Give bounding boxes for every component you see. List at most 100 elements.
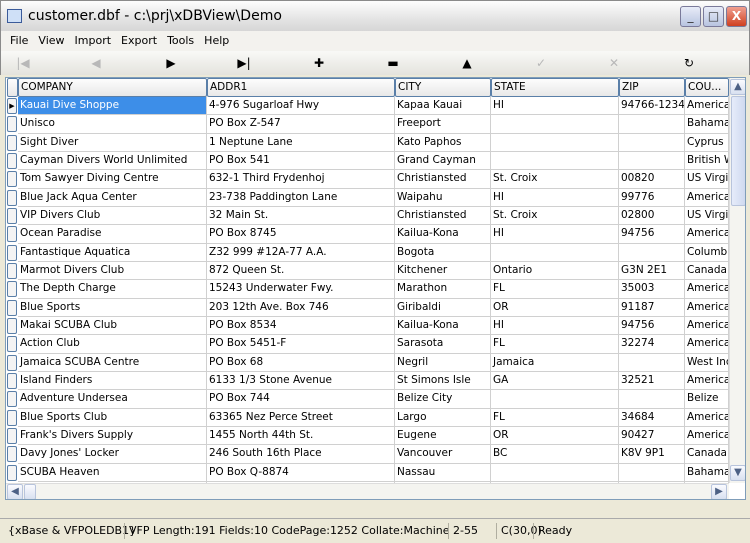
table-cell[interactable]: Kailua-Kona [395,225,491,244]
table-cell[interactable]: 6133 1/3 Stone Avenue [207,371,395,391]
table-cell[interactable]: Vancouver [395,445,491,464]
table-cell[interactable]: G3N 2E1 [619,261,685,281]
table-cell[interactable]: PO Box Q-8874 [207,463,395,482]
table-cell[interactable]: St. Croix [491,170,619,189]
table-cell[interactable]: HI [491,188,619,207]
table-cell[interactable]: Marmot Divers Club [18,261,207,281]
table-cell[interactable]: Unisco [18,115,207,134]
table-cell[interactable]: 94766-1234 [619,97,685,116]
table-cell[interactable]: America [685,298,729,317]
table-cell[interactable]: America [685,316,729,336]
row-indicator[interactable] [7,152,17,169]
table-cell[interactable]: America [685,426,729,446]
table-cell[interactable]: FL [491,335,619,354]
table-cell[interactable] [491,243,619,262]
table-cell[interactable]: Nassau [395,463,491,482]
table-cell[interactable] [619,463,685,482]
row-indicator[interactable] [7,116,17,133]
row-indicator[interactable] [7,299,17,316]
row-indicator[interactable] [7,446,17,463]
table-row[interactable]: UniscoPO Box Z-547Freeport Bahamas [6,115,729,134]
delete-record-button[interactable]: ▬ [373,53,413,73]
table-cell[interactable]: HI [491,225,619,244]
table-cell[interactable] [619,390,685,409]
scroll-right-button[interactable]: ▶ [711,484,727,499]
table-row[interactable]: Action Club PO Box 5451-F Sarasota FL 32274 A… [6,335,729,354]
table-cell[interactable]: Canada [685,445,729,464]
table-cell[interactable]: HI [491,316,619,336]
table-cell[interactable]: Marathon [395,280,491,299]
table-cell[interactable]: British W [685,151,729,171]
scroll-down-button[interactable]: ▼ [730,465,745,481]
table-cell[interactable]: 02800 [619,206,685,226]
table-row[interactable]: Blue Jack Aqua Center 23-738 Paddington L… [6,188,729,207]
table-cell[interactable]: Fantastique Aquatica [18,243,207,262]
row-indicator[interactable] [7,281,17,298]
table-cell[interactable] [619,353,685,372]
table-row[interactable]: Ocean Paradise PO Box 8745 Kailua-Kona HI 94… [6,225,729,244]
table-cell[interactable]: Canada [685,261,729,281]
table-row[interactable]: Davy Jones' Locker 246 South 16th Place Va… [6,445,729,464]
horizontal-scroll-thumb[interactable] [24,484,36,499]
table-cell[interactable]: America [685,371,729,391]
row-indicator[interactable] [7,409,17,426]
row-indicator[interactable]: ▶ [7,98,17,114]
last-record-button[interactable]: ▶| [224,53,264,73]
table-cell[interactable]: Blue Sports [18,298,207,317]
table-cell[interactable]: 1455 North 44th St. [207,426,395,446]
table-cell[interactable]: Giribaldi [395,298,491,317]
table-cell[interactable]: Cayman Divers World Unlimited [18,151,207,171]
table-cell[interactable] [491,115,619,134]
table-cell[interactable] [619,115,685,134]
column-header[interactable]: ADDR1 [207,78,395,97]
row-indicator[interactable] [7,189,17,206]
table-row[interactable]: VIP Divers Club 32 Main St. Christiansted S… [6,206,729,226]
table-row[interactable]: Makai SCUBA Club PO Box 8534 Kailua-Kona HI… [6,316,729,336]
table-cell[interactable]: SCUBA Heaven [18,463,207,482]
table-cell[interactable]: 91187 [619,298,685,317]
table-cell[interactable]: Adventure Undersea [18,390,207,409]
table-row[interactable]: Tom Sawyer Diving Centre 632-1 Third Fryd… [6,170,729,189]
table-cell[interactable]: Waipahu [395,188,491,207]
table-cell[interactable]: Bahamas [685,115,729,134]
table-row[interactable]: Island Finders 6133 1/3 Stone Avenue St Si… [6,371,729,391]
table-cell[interactable] [619,243,685,262]
table-cell[interactable]: PO Box 68 [207,353,395,372]
table-cell[interactable]: Sarasota [395,335,491,354]
table-cell[interactable]: Sight Diver [18,133,207,152]
table-cell[interactable] [491,133,619,152]
menu-view[interactable]: View [33,31,69,50]
table-cell[interactable]: The Depth Charge [18,280,207,299]
table-cell[interactable]: 246 South 16th Place [207,445,395,464]
table-cell[interactable]: HI [491,97,619,116]
prior-record-button[interactable]: ◀ [76,53,116,73]
edit-record-button[interactable]: ▲ [447,53,487,73]
table-cell[interactable]: 34684 [619,408,685,427]
table-cell[interactable]: America [685,188,729,207]
table-cell[interactable]: Island Finders [18,371,207,391]
next-record-button[interactable]: ▶ [151,53,191,73]
table-cell[interactable]: 23-738 Paddington Lane [207,188,395,207]
table-cell[interactable]: PO Box 744 [207,390,395,409]
table-cell[interactable]: St. Croix [491,206,619,226]
table-row[interactable]: Blue Sports 203 12th Ave. Box 746 Giribald… [6,298,729,317]
table-cell[interactable] [491,151,619,171]
table-cell[interactable]: PO Box 541 [207,151,395,171]
table-row[interactable]: SCUBA HeavenPO Box Q-8874Nassau Bahamas [6,463,729,482]
table-cell[interactable]: 32274 [619,335,685,354]
table-cell[interactable]: US Virgin [685,170,729,189]
table-row[interactable]: Marmot Divers Club 872 Queen St. Kitchener… [6,261,729,281]
table-cell[interactable]: PO Box 5451-F [207,335,395,354]
row-indicator[interactable] [7,464,17,481]
table-cell[interactable] [491,390,619,409]
table-cell[interactable]: 35003 [619,280,685,299]
row-indicator[interactable] [7,171,17,188]
table-cell[interactable]: 32521 [619,371,685,391]
table-cell[interactable]: 63365 Nez Perce Street [207,408,395,427]
table-cell[interactable]: Ontario [491,261,619,281]
table-cell[interactable] [619,151,685,171]
table-cell[interactable]: Bahamas [685,463,729,482]
table-cell[interactable]: 203 12th Ave. Box 746 [207,298,395,317]
column-header[interactable]: ZIP [619,78,685,97]
table-cell[interactable]: 32 Main St. [207,206,395,226]
